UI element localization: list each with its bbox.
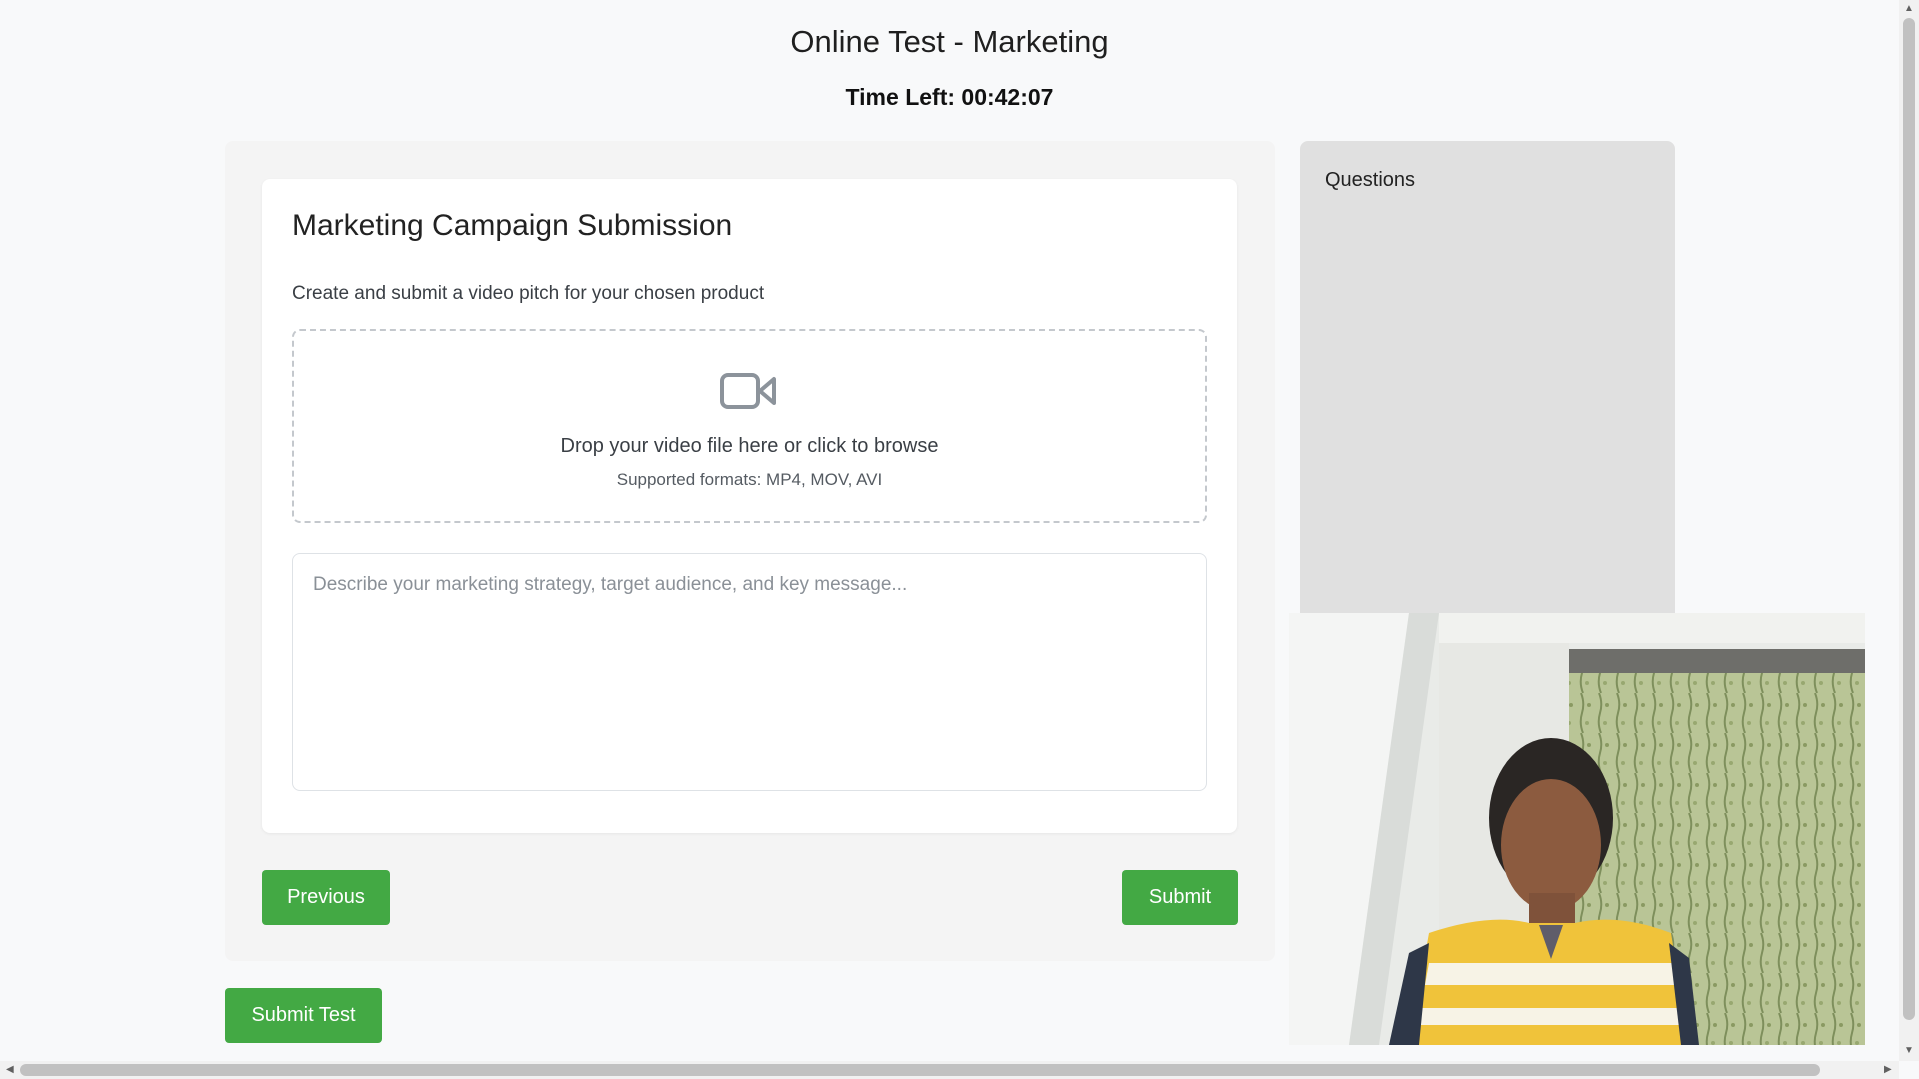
video-camera-icon (719, 371, 779, 411)
questions-sidebar-title: Questions (1325, 169, 1416, 191)
page-title: Online Test - Marketing (790, 24, 1109, 59)
horizontal-scrollbar-thumb[interactable] (20, 1064, 1820, 1076)
test-page: Online Test - Marketing Time Left: 00:42… (0, 0, 1919, 1079)
scroll-left-arrow-icon[interactable]: ◀ (6, 1065, 14, 1075)
dropzone-text: Drop your video file here or click to br… (560, 435, 939, 457)
submit-test-button[interactable]: Submit Test (225, 988, 382, 1043)
time-left-timer: Time Left: 00:42:07 (845, 84, 1054, 110)
video-dropzone[interactable]: Drop your video file here or click to br… (292, 329, 1207, 523)
horizontal-scrollbar[interactable]: ◀ ▶ (0, 1061, 1899, 1079)
scroll-down-arrow-icon[interactable]: ▼ (1904, 1046, 1914, 1056)
vertical-scrollbar-thumb[interactable] (1903, 18, 1915, 1020)
question-title: Marketing Campaign Submission (292, 209, 733, 242)
previous-button[interactable]: Previous (262, 870, 390, 925)
questions-sidebar: Questions (1300, 141, 1675, 621)
scroll-right-arrow-icon[interactable]: ▶ (1884, 1065, 1892, 1075)
strategy-textarea[interactable] (292, 553, 1207, 791)
question-description: Create and submit a video pitch for your… (292, 283, 765, 304)
webcam-preview (1289, 613, 1865, 1045)
question-panel: Marketing Campaign Submission Create and… (225, 141, 1275, 961)
question-card: Marketing Campaign Submission Create and… (262, 179, 1237, 833)
scroll-up-arrow-icon[interactable]: ▲ (1904, 4, 1914, 14)
dropzone-formats: Supported formats: MP4, MOV, AVI (616, 470, 883, 489)
submit-button[interactable]: Submit (1122, 870, 1238, 925)
vertical-scrollbar[interactable]: ▲ ▼ (1899, 0, 1919, 1061)
webcam-feed-image (1289, 613, 1865, 1045)
